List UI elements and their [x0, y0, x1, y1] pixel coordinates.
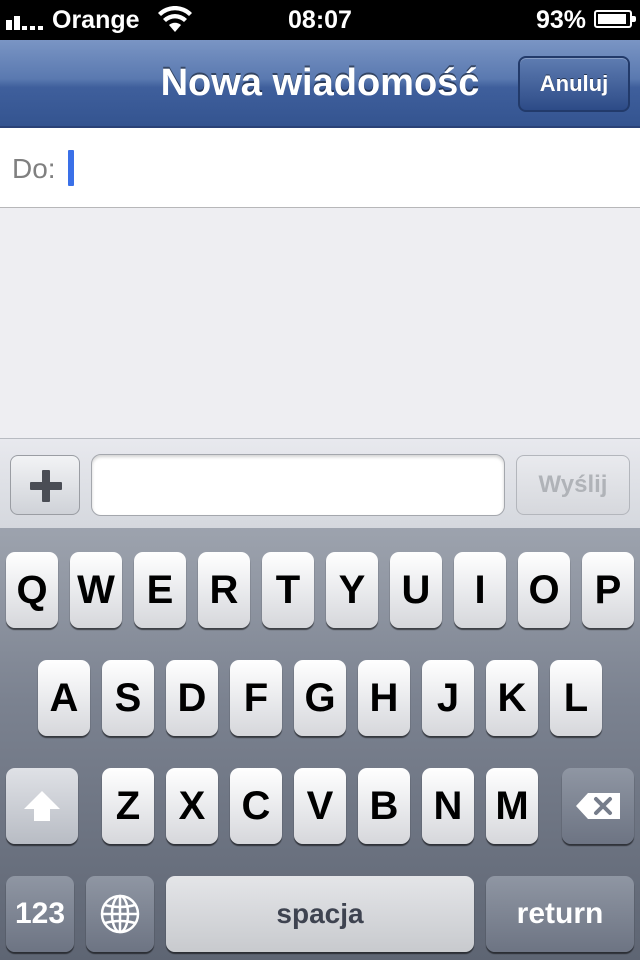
key-y[interactable]: Y — [326, 552, 378, 628]
recipient-label: Do: — [12, 153, 56, 184]
plus-icon — [30, 470, 62, 502]
key-q[interactable]: Q — [6, 552, 58, 628]
recipient-field[interactable]: Do: — [0, 128, 640, 208]
key-i[interactable]: I — [454, 552, 506, 628]
compose-bar: Wyślij — [0, 438, 640, 528]
cancel-button[interactable]: Anuluj — [518, 56, 630, 112]
key-v[interactable]: V — [294, 768, 346, 844]
key-u[interactable]: U — [390, 552, 442, 628]
key-e[interactable]: E — [134, 552, 186, 628]
shift-arrow-icon — [24, 791, 60, 821]
status-bar: Orange 08:07 93% — [0, 0, 640, 40]
key-d[interactable]: D — [166, 660, 218, 736]
battery-fill — [598, 14, 626, 24]
key-a[interactable]: A — [38, 660, 90, 736]
key-b[interactable]: B — [358, 768, 410, 844]
key-h[interactable]: H — [358, 660, 410, 736]
key-s[interactable]: S — [102, 660, 154, 736]
text-cursor — [68, 150, 74, 186]
message-area — [0, 208, 640, 440]
key-o[interactable]: O — [518, 552, 570, 628]
key-n[interactable]: N — [422, 768, 474, 844]
key-r[interactable]: R — [198, 552, 250, 628]
navigation-bar: Nowa wiadomość Anuluj — [0, 40, 640, 128]
shift-key[interactable] — [6, 768, 78, 844]
key-m[interactable]: M — [486, 768, 538, 844]
numbers-key[interactable]: 123 — [6, 876, 74, 952]
globe-icon — [100, 894, 140, 934]
key-j[interactable]: J — [422, 660, 474, 736]
key-z[interactable]: Z — [102, 768, 154, 844]
key-p[interactable]: P — [582, 552, 634, 628]
key-f[interactable]: F — [230, 660, 282, 736]
key-k[interactable]: K — [486, 660, 538, 736]
globe-key[interactable] — [86, 876, 154, 952]
key-x[interactable]: X — [166, 768, 218, 844]
battery-nub — [632, 16, 636, 22]
key-c[interactable]: C — [230, 768, 282, 844]
backspace-icon — [576, 793, 620, 819]
battery-icon — [594, 10, 636, 28]
backspace-key[interactable] — [562, 768, 634, 844]
key-l[interactable]: L — [550, 660, 602, 736]
send-button[interactable]: Wyślij — [516, 455, 630, 515]
key-g[interactable]: G — [294, 660, 346, 736]
return-key[interactable]: return — [486, 876, 634, 952]
add-attachment-button[interactable] — [10, 455, 80, 515]
key-t[interactable]: T — [262, 552, 314, 628]
key-w[interactable]: W — [70, 552, 122, 628]
message-input[interactable] — [91, 454, 505, 516]
battery-percent: 93% — [535, 6, 586, 34]
space-key[interactable]: spacja — [166, 876, 474, 952]
keyboard: QWERTYUIOP ASDFGHJKL ZXCVBNM 123 spacja … — [0, 528, 640, 960]
